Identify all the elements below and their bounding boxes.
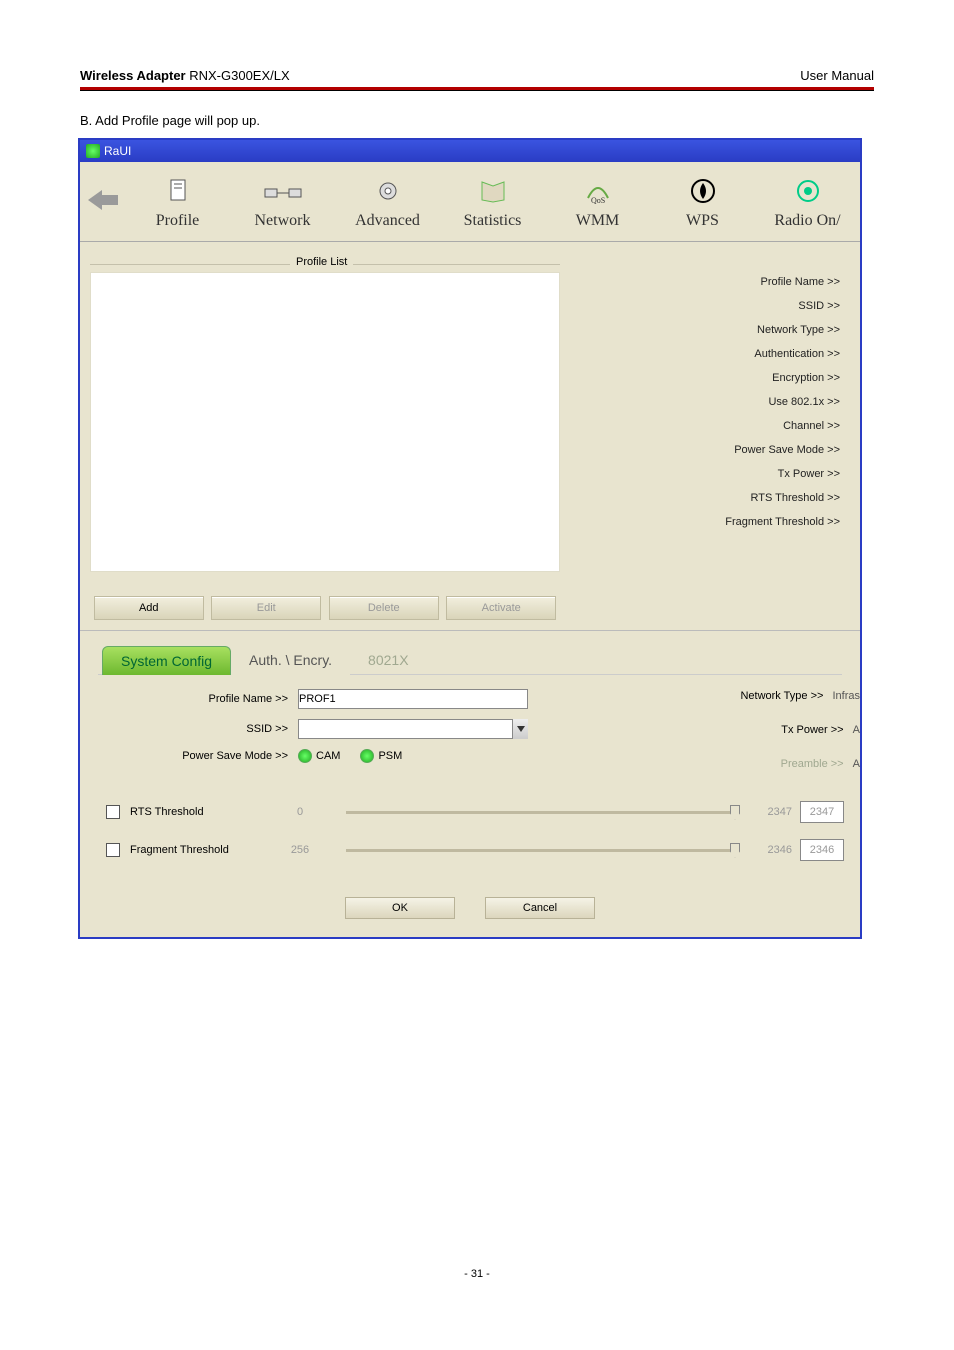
section-caption: B. Add Profile page will pop up. [80,113,874,128]
detail-rts: RTS Threshold >> [580,486,850,510]
ok-button[interactable]: OK [345,897,455,919]
rts-min: 0 [260,806,340,818]
preamble-value: A [853,758,860,770]
radio-on-icon [755,174,860,208]
rts-slider[interactable] [346,811,736,814]
tab-system-config[interactable]: System Config [102,646,231,675]
rts-max: 2347 [742,806,792,818]
tab-advanced[interactable]: Advanced [335,174,440,230]
psm-radio[interactable] [360,749,374,763]
cam-label: CAM [316,750,340,762]
tab-statistics[interactable]: Statistics [440,174,545,230]
profile-list-box[interactable] [90,272,560,572]
preamble-label: Preamble >> [781,758,844,770]
rts-checkbox[interactable] [106,805,120,819]
tab-8021x: 8021X [350,646,426,675]
profile-icon [125,174,230,208]
delete-button[interactable]: Delete [329,596,439,620]
tab-radio[interactable]: Radio On/ [755,174,860,230]
detail-encryption: Encryption >> [580,366,850,390]
frag-min: 256 [260,844,340,856]
doc-header-right: User Manual [800,68,874,83]
tab-auth-encry[interactable]: Auth. \ Encry. [231,646,350,675]
tab-wps[interactable]: WPS [650,174,755,230]
profile-name-label: Profile Name >> [98,693,298,705]
network-type-label: Network Type >> [740,690,823,702]
tab-wmm[interactable]: QoS WMM [545,174,650,230]
raui-window: RaUI Profile Network [78,138,862,939]
detail-frag: Fragment Threshold >> [580,510,850,534]
detail-channel: Channel >> [580,414,850,438]
ssid-input[interactable] [298,719,528,739]
frag-slider[interactable] [346,849,736,852]
detail-txpower: Tx Power >> [580,462,850,486]
detail-ssid: SSID >> [580,294,850,318]
gear-icon [335,174,440,208]
tab-profile[interactable]: Profile [125,174,230,230]
rts-value[interactable]: 2347 [800,801,844,823]
doc-header-left: Wireless Adapter RNX-G300EX/LX [80,68,290,83]
thin-divider [80,90,874,91]
edit-button[interactable]: Edit [211,596,321,620]
ssid-label: SSID >> [98,723,298,735]
psm-label: Power Save Mode >> [98,750,298,762]
cancel-button[interactable]: Cancel [485,897,595,919]
qos-icon: QoS [545,174,650,208]
tab-network[interactable]: Network [230,174,335,230]
cam-radio[interactable] [298,749,312,763]
back-button[interactable] [80,190,125,213]
profile-details: Profile Name >> SSID >> Network Type >> … [570,242,860,630]
frag-value[interactable]: 2346 [800,839,844,861]
wps-icon [650,174,755,208]
frag-checkbox[interactable] [106,843,120,857]
window-title: RaUI [104,144,131,158]
book-icon [440,174,545,208]
psm-option-label: PSM [378,750,402,762]
detail-use8021x: Use 802.1x >> [580,390,850,414]
add-button[interactable]: Add [94,596,204,620]
frag-max: 2346 [742,844,792,856]
svg-text:QoS: QoS [591,196,605,204]
detail-profile-name: Profile Name >> [580,270,850,294]
frag-label: Fragment Threshold [130,844,260,856]
profile-list-title: Profile List [290,256,353,268]
ssid-dropdown-button[interactable] [512,719,528,739]
detail-authentication: Authentication >> [580,342,850,366]
window-titlebar[interactable]: RaUI [80,140,860,162]
txpower-label: Tx Power >> [781,724,843,736]
main-toolbar: Profile Network Advanced Statistics [80,162,860,242]
network-icon [230,174,335,208]
app-icon [86,144,100,158]
page-number: - 31 - [0,1268,954,1280]
profile-name-input[interactable] [298,689,528,709]
detail-network-type: Network Type >> [580,318,850,342]
network-type-value: Infras [832,690,860,702]
detail-psm: Power Save Mode >> [580,438,850,462]
rts-label: RTS Threshold [130,806,260,818]
activate-button[interactable]: Activate [446,596,556,620]
txpower-value: A [853,724,860,736]
